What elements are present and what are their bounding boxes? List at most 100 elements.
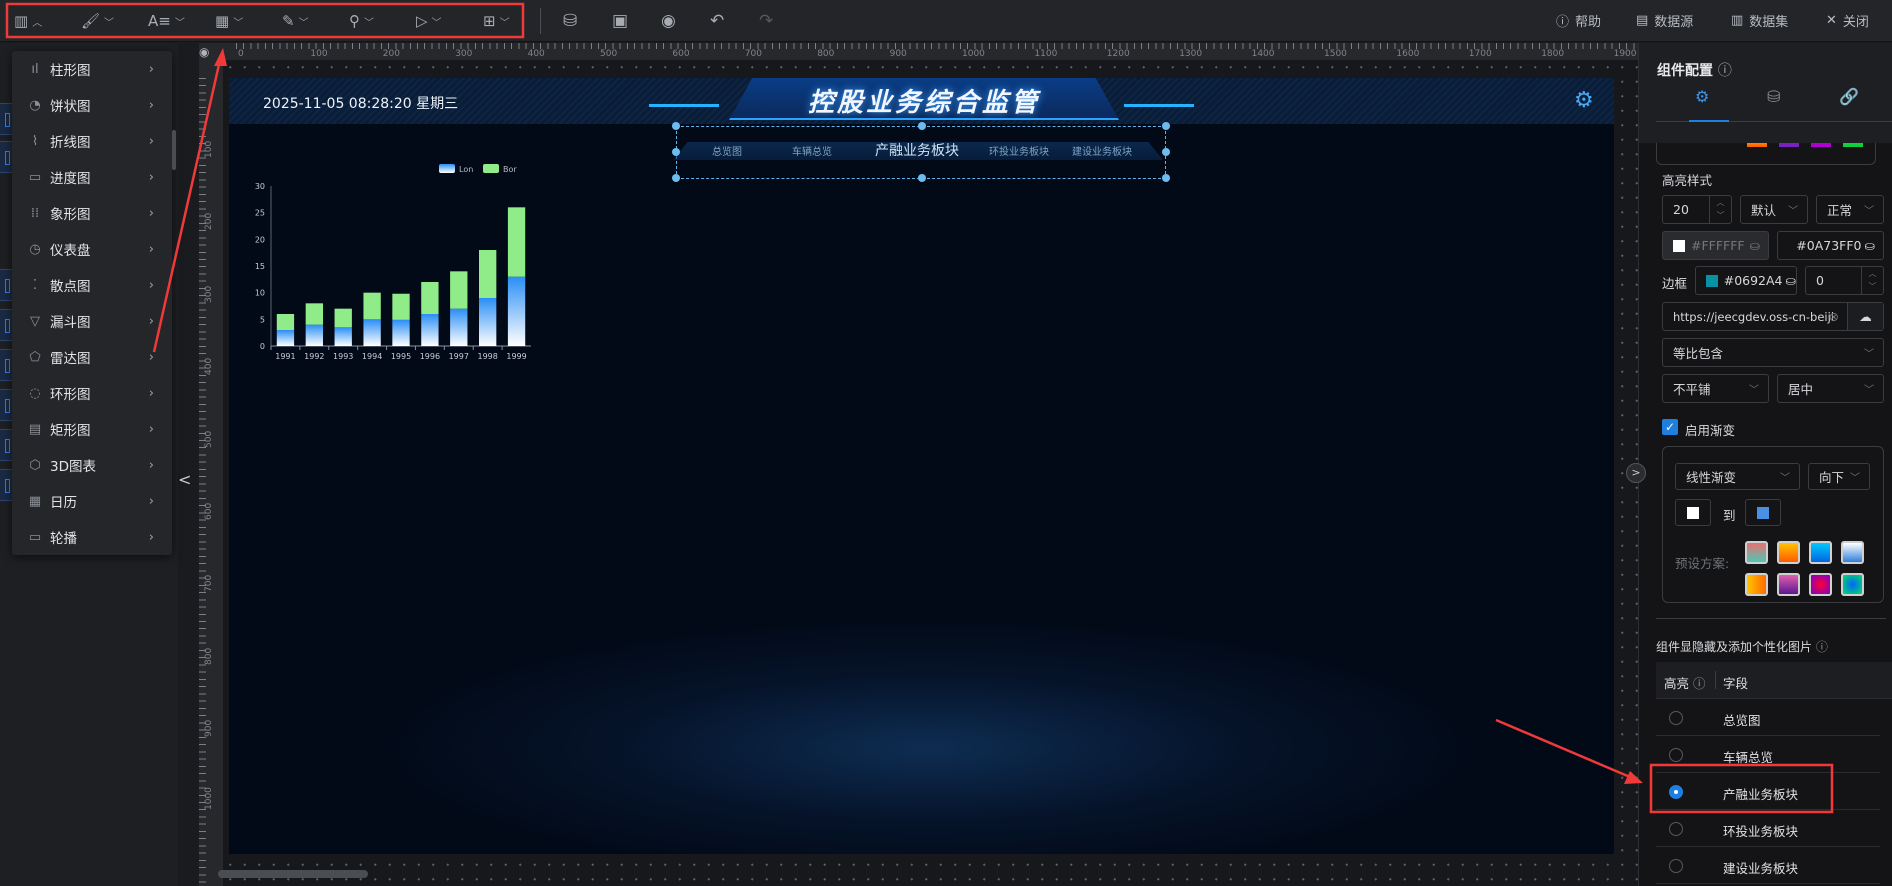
highlight-radio[interactable] <box>1669 711 1683 725</box>
stepper-arrows-icon[interactable]: ︿ ﹀ <box>1709 196 1731 223</box>
redo-button[interactable]: ↷ <box>759 10 773 32</box>
menu-item-chart-type[interactable]: ◷ 仪表盘 › <box>12 231 172 267</box>
gradient-checkbox[interactable]: ✓ <box>1662 419 1678 435</box>
menu-item-chart-type[interactable]: ⁚ 散点图 › <box>12 267 172 303</box>
stepper-arrows-icon[interactable]: ︿ ﹀ <box>1861 267 1883 294</box>
resize-handle[interactable] <box>1162 122 1170 130</box>
bar-bor[interactable] <box>507 207 526 277</box>
menu-item-chart-type[interactable]: ▽ 漏斗图 › <box>12 303 172 339</box>
gradient-end-color[interactable] <box>1745 499 1781 526</box>
bar-bor[interactable] <box>363 292 381 320</box>
dashboard-tab[interactable]: 环投业务板块 <box>989 143 1049 158</box>
font-size-stepper[interactable]: 20 ︿ ﹀ <box>1662 195 1732 224</box>
menu-item-chart-type[interactable]: ⌇ 折线图 › <box>12 123 172 159</box>
link-tab-icon[interactable]: 🔗 <box>1839 87 1859 106</box>
highlight-color-picker[interactable]: #0A73FF0 ⛀ <box>1777 231 1884 260</box>
text-tool-button[interactable]: A≡ ﹀ <box>148 10 185 32</box>
field-row[interactable]: 总览图 <box>1656 699 1880 736</box>
gradient-preset-swatch[interactable] <box>1841 541 1864 564</box>
menu-scrollbar[interactable] <box>172 130 176 170</box>
preview-eye-button[interactable]: ◉ <box>661 10 676 32</box>
border-width-stepper[interactable]: 0 ︿ ﹀ <box>1805 266 1884 295</box>
bar-bor[interactable] <box>450 271 468 309</box>
gradient-preset-swatch[interactable] <box>1809 541 1832 564</box>
gradient-start-color[interactable] <box>1675 499 1711 526</box>
menu-item-chart-type[interactable]: ⁞⁞ 象形图 › <box>12 195 172 231</box>
bar-bor[interactable] <box>392 293 410 320</box>
highlight-radio[interactable] <box>1669 822 1683 836</box>
help-circle-icon[interactable]: ⓘ <box>1718 63 1732 79</box>
datasource-button[interactable]: ▤ 数据源 <box>1636 11 1693 30</box>
align-select[interactable]: 居中 ﹀ <box>1777 374 1884 403</box>
expand-right-icon[interactable]: > <box>1626 463 1646 483</box>
dashboard-tab[interactable]: 车辆总览 <box>792 143 832 158</box>
gradient-direction-select[interactable]: 向下 ﹀ <box>1808 463 1870 490</box>
bar-bor[interactable] <box>276 314 295 330</box>
resize-handle[interactable] <box>672 148 680 156</box>
highlight-radio[interactable] <box>1669 785 1683 799</box>
font-family-select[interactable]: 默认 ﹀ <box>1740 195 1808 224</box>
bar-lon[interactable] <box>392 319 410 346</box>
dashboard-tab[interactable]: 建设业务板块 <box>1072 143 1132 158</box>
resize-handle[interactable] <box>918 122 926 130</box>
menu-item-chart-type[interactable]: ◌ 环形图 › <box>12 375 172 411</box>
bar-bor[interactable] <box>421 282 439 314</box>
save-button[interactable]: ▣ <box>612 10 628 32</box>
border-color-picker[interactable]: #0692A4 ⛀ <box>1695 266 1797 295</box>
bar-lon[interactable] <box>305 324 323 346</box>
dashboard-tab[interactable]: 产融业务板块 <box>875 140 959 160</box>
grid-tool-button[interactable]: ⊞ ﹀ <box>483 10 510 32</box>
table-tool-button[interactable]: ▦ ﹀ <box>215 10 243 32</box>
map-pin-tool-button[interactable]: ⚲ ﹀ <box>349 10 374 32</box>
play-tool-button[interactable]: ▷ ﹀ <box>416 10 442 32</box>
data-tab-icon[interactable]: ⛁ <box>1767 87 1780 106</box>
field-row[interactable]: 车辆总览 <box>1656 736 1880 773</box>
menu-item-chart-type[interactable]: ⬠ 雷达图 › <box>12 339 172 375</box>
bar-bor[interactable] <box>479 250 497 298</box>
edit-tool-button[interactable]: ✎ ﹀ <box>282 10 309 32</box>
gradient-preset-swatch[interactable] <box>1841 573 1864 596</box>
tab-component[interactable]: 总览图 车辆总览 产融业务板块 环投业务板块 建设业务板块 <box>672 122 1170 182</box>
gradient-preset-swatch[interactable] <box>1777 573 1800 596</box>
settings-tab-icon[interactable]: ⚙ <box>1695 87 1709 106</box>
menu-item-chart-type[interactable]: ◔ 饼状图 › <box>12 87 172 123</box>
menu-item-chart-type[interactable]: ⬡ 3D图表 › <box>12 447 172 483</box>
help-circle-icon[interactable]: ⓘ <box>1693 676 1706 691</box>
help-button[interactable]: ⓘ 帮助 <box>1556 11 1601 30</box>
dashboard-tab[interactable]: 总览图 <box>712 143 742 158</box>
legend-label[interactable]: Lon <box>459 165 473 174</box>
menu-item-chart-type[interactable]: ▭ 进度图 › <box>12 159 172 195</box>
bar-lon[interactable] <box>334 327 352 346</box>
image-url-input[interactable]: https://jeecgdev.oss-cn-beiji ⊗ ☁ <box>1662 302 1884 331</box>
bar-lon[interactable] <box>363 319 381 346</box>
menu-item-chart-type[interactable]: ıl 柱形图 › <box>12 51 172 87</box>
resize-handle[interactable] <box>918 174 926 182</box>
field-row[interactable]: 环投业务板块 <box>1656 810 1880 847</box>
highlight-radio[interactable] <box>1669 748 1683 762</box>
repeat-select[interactable]: 不平铺 ﹀ <box>1662 374 1769 403</box>
resize-handle[interactable] <box>1162 148 1170 156</box>
menu-item-chart-type[interactable]: ▦ 日历 › <box>12 483 172 519</box>
dataset-button[interactable]: ▥ 数据集 <box>1731 11 1788 30</box>
gear-icon[interactable]: ⚙ <box>1574 88 1594 113</box>
field-row[interactable]: 产融业务板块 <box>1656 773 1880 810</box>
menu-item-chart-type[interactable]: ▤ 矩形图 › <box>12 411 172 447</box>
bar-lon[interactable] <box>479 298 497 346</box>
paint-roller-tool-button[interactable]: 🖌 ﹀ <box>81 10 114 32</box>
database-button[interactable]: ⛁ <box>563 10 577 32</box>
gradient-preset-swatch[interactable] <box>1745 541 1768 564</box>
bar-bor[interactable] <box>334 308 352 328</box>
horizontal-scrollbar[interactable] <box>218 870 368 878</box>
resize-handle[interactable] <box>672 122 680 130</box>
gradient-preset-swatch[interactable] <box>1809 573 1832 596</box>
gradient-preset-swatch[interactable] <box>1777 541 1800 564</box>
clear-icon[interactable]: ⊗ <box>1829 309 1839 324</box>
undo-button[interactable]: ↶ <box>710 10 724 32</box>
field-row[interactable]: 建设业务板块 <box>1656 847 1880 884</box>
highlight-radio[interactable] <box>1669 859 1683 873</box>
bar-lon[interactable] <box>450 308 468 346</box>
bar-lon[interactable] <box>507 276 526 346</box>
stacked-bar-chart[interactable]: 0 5 10 15 20 25 30 1991 1992 1993 1994 1995 1996 1997… <box>247 160 547 365</box>
collapse-left-icon[interactable]: < <box>178 470 191 489</box>
bar-lon[interactable] <box>276 330 295 346</box>
